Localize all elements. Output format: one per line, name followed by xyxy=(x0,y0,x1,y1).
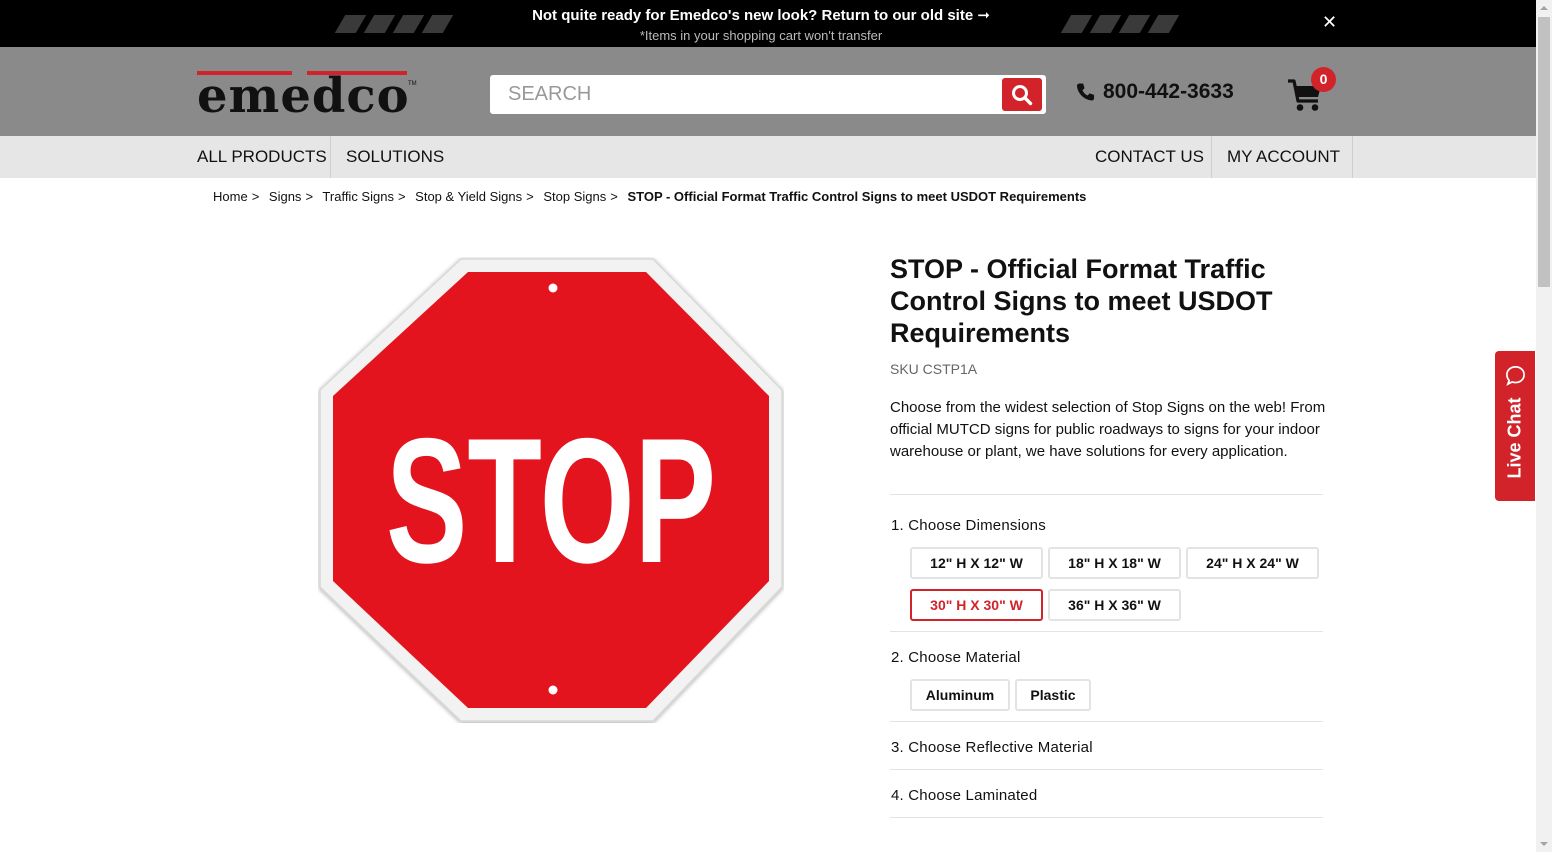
phone-icon xyxy=(1076,83,1095,101)
search-icon xyxy=(1012,84,1033,105)
breadcrumb-signs[interactable]: Signs xyxy=(269,189,302,204)
divider xyxy=(890,494,1323,495)
nav-solutions[interactable]: Solutions xyxy=(346,136,444,178)
page-scrollbar[interactable] xyxy=(1536,0,1552,852)
live-chat-label: Live Chat xyxy=(1504,397,1525,479)
nav-my-account[interactable]: My Account xyxy=(1227,136,1340,178)
search-button[interactable] xyxy=(1002,78,1042,111)
product-title: STOP - Official Format Traffic Control S… xyxy=(890,254,1273,348)
nav-all-products[interactable]: All Products xyxy=(197,136,327,178)
material-option-aluminum[interactable]: Aluminum xyxy=(910,679,1010,711)
site-header: emedco TM 800-442-3633 0 xyxy=(0,47,1536,136)
breadcrumb-stop-signs[interactable]: Stop Signs xyxy=(543,189,606,204)
cart-button[interactable]: 0 xyxy=(1287,67,1336,114)
emedco-logo[interactable]: emedco TM xyxy=(197,71,419,121)
divider xyxy=(890,631,1323,632)
step-choose-dimensions[interactable]: 1. Choose Dimensions xyxy=(891,517,1046,534)
logo-wordmark: emedco xyxy=(197,68,410,124)
close-icon[interactable]: ✕ xyxy=(1322,12,1337,33)
nav-contact-us[interactable]: Contact Us xyxy=(1095,136,1204,178)
divider xyxy=(890,817,1323,818)
breadcrumb: Home > Signs > Traffic Signs > Stop & Yield… xyxy=(213,189,1087,204)
old-site-link[interactable]: Not quite ready for Emedco's new look? R… xyxy=(0,6,1522,24)
breadcrumb-home[interactable]: Home xyxy=(213,189,248,204)
breadcrumb-current: STOP - Official Format Traffic Control S… xyxy=(627,189,1087,204)
product-sku: SKU CSTP1A xyxy=(890,361,978,377)
material-option-plastic[interactable]: Plastic xyxy=(1015,679,1091,711)
scrollbar-thumb[interactable] xyxy=(1538,17,1550,287)
main-nav: All Products Solutions Contact Us My Acc… xyxy=(0,136,1536,178)
scroll-up-arrow[interactable] xyxy=(1536,0,1552,17)
scroll-down-arrow[interactable] xyxy=(1536,835,1552,852)
live-chat-button[interactable]: Live Chat xyxy=(1495,351,1535,501)
stop-sign-text: STOP xyxy=(386,401,716,600)
chat-bubble-icon xyxy=(1506,366,1525,386)
product-image[interactable]: STOP xyxy=(318,257,784,723)
dimension-option-12x12[interactable]: 12" H X 12" W xyxy=(910,547,1043,579)
divider xyxy=(890,769,1323,770)
dimension-option-24x24[interactable]: 24" H X 24" W xyxy=(1186,547,1319,579)
breadcrumb-stop-yield-signs[interactable]: Stop & Yield Signs xyxy=(415,189,522,204)
phone-link[interactable]: 800-442-3633 xyxy=(1076,80,1234,104)
step-choose-reflective-material[interactable]: 3. Choose Reflective Material xyxy=(891,739,1093,756)
divider xyxy=(890,721,1323,722)
banner-subtext: *Items in your shopping cart won't trans… xyxy=(639,28,883,43)
dimension-option-18x18[interactable]: 18" H X 18" W xyxy=(1048,547,1181,579)
step-choose-laminated[interactable]: 4. Choose Laminated xyxy=(891,787,1037,804)
logo-trademark: TM xyxy=(408,81,417,87)
product-description: Choose from the widest selection of Stop… xyxy=(890,399,1326,460)
dimension-option-36x36[interactable]: 36" H X 36" W xyxy=(1048,589,1181,621)
cart-count-badge: 0 xyxy=(1311,67,1336,92)
top-banner: Not quite ready for Emedco's new look? R… xyxy=(0,0,1536,47)
phone-number: 800-442-3633 xyxy=(1103,80,1234,103)
search-box xyxy=(490,75,1046,114)
dimension-option-30x30[interactable]: 30" H X 30" W xyxy=(910,589,1043,621)
step-choose-material[interactable]: 2. Choose Material xyxy=(891,649,1021,666)
search-input[interactable] xyxy=(490,75,990,114)
breadcrumb-traffic-signs[interactable]: Traffic Signs xyxy=(322,189,394,204)
